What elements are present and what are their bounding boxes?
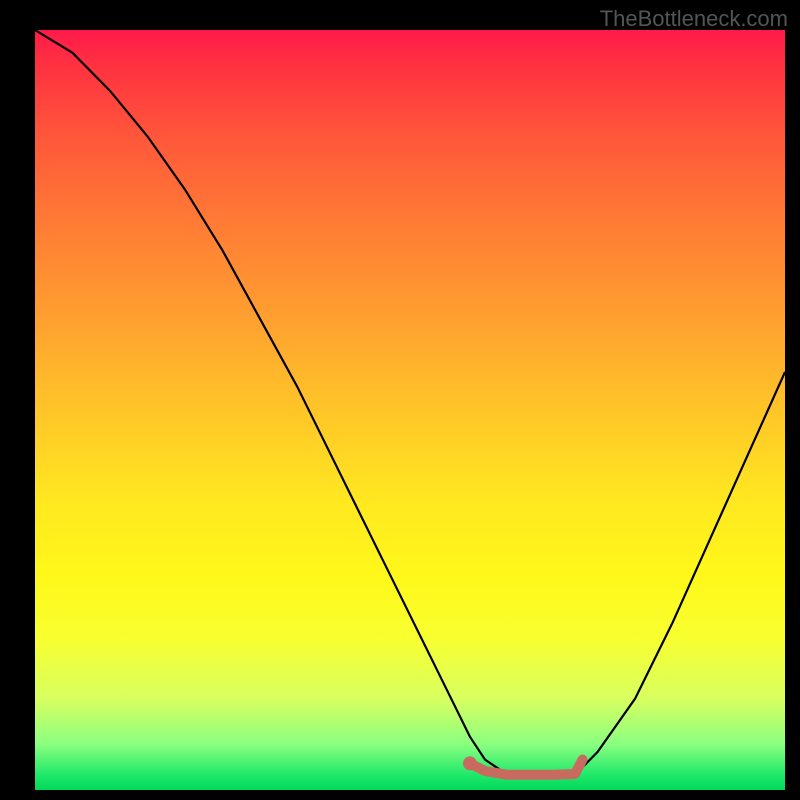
- chart-svg: [35, 30, 785, 790]
- watermark-text: TheBottleneck.com: [600, 6, 788, 32]
- bottleneck-curve: [35, 30, 785, 775]
- plot-area: [35, 30, 785, 790]
- highlight-marker: [463, 756, 477, 770]
- chart-container: TheBottleneck.com: [0, 0, 800, 800]
